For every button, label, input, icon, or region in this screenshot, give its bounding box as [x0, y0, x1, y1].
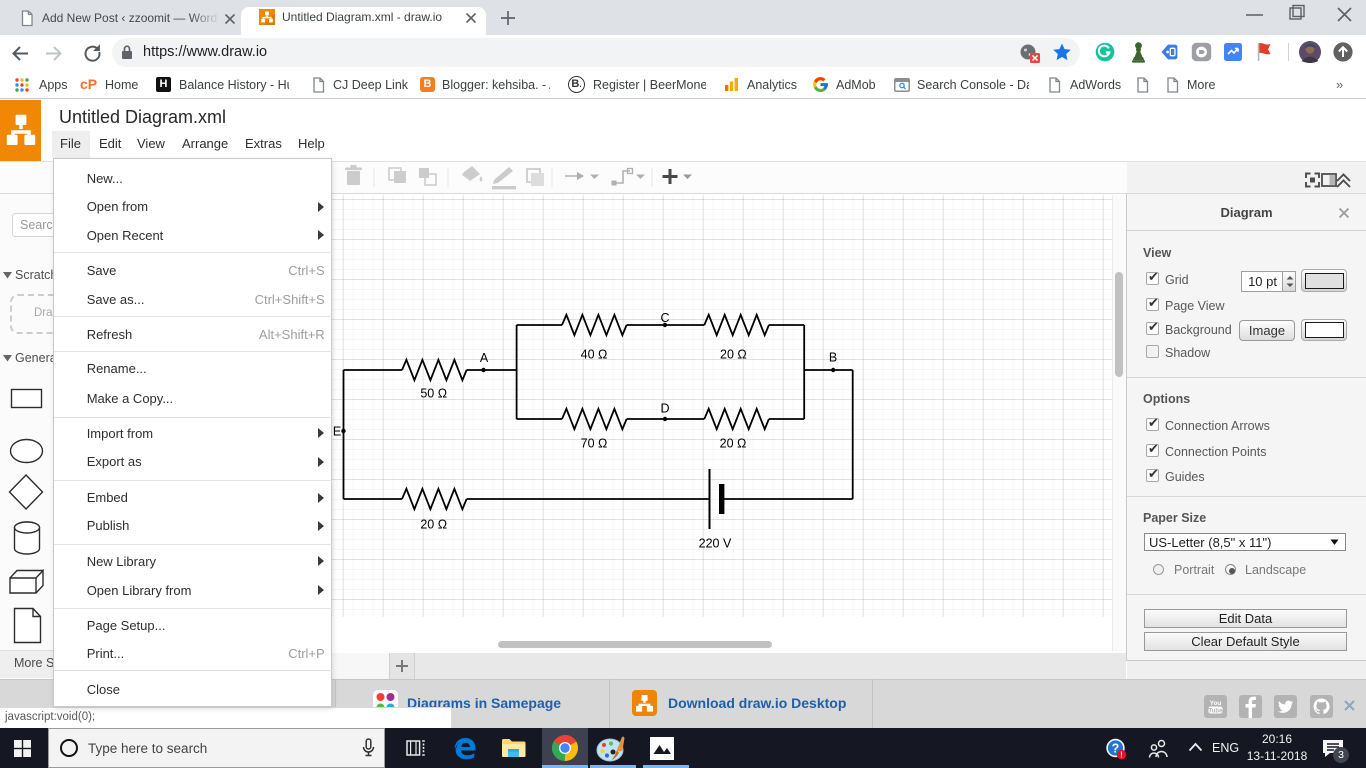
svg-text:220 V: 220 V [699, 537, 732, 551]
svg-text:40 Ω: 40 Ω [581, 348, 608, 362]
svg-text:!: ! [1120, 750, 1123, 759]
svg-text:70 Ω: 70 Ω [581, 437, 608, 451]
svg-text:A: A [480, 351, 489, 365]
svg-text:You: You [1210, 700, 1222, 707]
svg-text:C: C [660, 311, 669, 325]
svg-text:B: B [829, 351, 837, 365]
svg-text:Tube: Tube [1209, 708, 1224, 714]
svg-text:20 Ω: 20 Ω [720, 348, 747, 362]
svg-text:E: E [333, 425, 341, 439]
svg-text:50 Ω: 50 Ω [420, 387, 447, 401]
svg-text:20 Ω: 20 Ω [420, 518, 447, 532]
svg-text:20 Ω: 20 Ω [720, 437, 747, 451]
svg-text:D: D [660, 402, 669, 416]
